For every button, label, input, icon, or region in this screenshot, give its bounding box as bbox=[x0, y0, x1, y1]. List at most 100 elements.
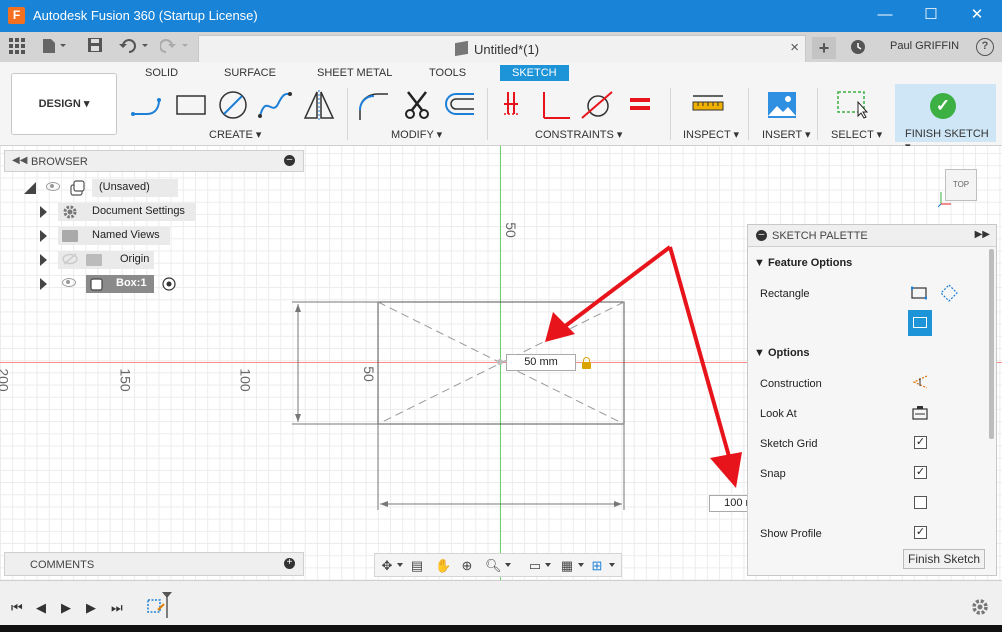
insert-group-menu[interactable]: INSERT ▾ bbox=[762, 128, 811, 141]
go-to-start-icon[interactable]: ⏮ bbox=[11, 600, 23, 616]
show-profile-checkbox[interactable]: ✓ bbox=[914, 526, 927, 539]
save-icon[interactable] bbox=[88, 38, 102, 56]
offset-tool-icon[interactable] bbox=[442, 90, 476, 120]
go-to-end-icon[interactable]: ⏭ bbox=[111, 600, 123, 616]
browser-header[interactable]: ◀◀ BROWSER – bbox=[4, 150, 304, 172]
document-tab[interactable]: Untitled*(1) × bbox=[198, 35, 806, 62]
close-window-button[interactable]: ✕ bbox=[954, 0, 1000, 32]
step-forward-icon[interactable]: ▶ bbox=[86, 600, 96, 616]
center-rectangle-icon[interactable] bbox=[908, 310, 932, 336]
zoom-dropdown-icon[interactable] bbox=[505, 563, 511, 567]
height-dimension-input[interactable]: 50 mm bbox=[506, 354, 576, 371]
construction-toggle-icon[interactable] bbox=[912, 375, 928, 389]
mirror-tool-icon[interactable] bbox=[302, 90, 336, 120]
file-menu-icon[interactable] bbox=[42, 38, 68, 56]
display-dropdown-icon[interactable] bbox=[545, 563, 551, 567]
sketch-palette-header[interactable]: – SKETCH PALETTE ▶▶ bbox=[748, 225, 996, 247]
trim-scissors-icon[interactable] bbox=[400, 90, 434, 120]
grid-dropdown-icon[interactable] bbox=[578, 563, 584, 567]
timeline-settings-gear-icon[interactable] bbox=[971, 598, 989, 616]
constraints-group-menu[interactable]: CONSTRAINTS ▾ bbox=[535, 128, 622, 141]
os-taskbar-strip bbox=[0, 625, 1002, 632]
orbit-dropdown-icon[interactable] bbox=[397, 563, 403, 567]
add-comment-icon[interactable]: + bbox=[284, 558, 295, 569]
grid-menu-icon[interactable] bbox=[9, 38, 25, 56]
expand-down-icon[interactable] bbox=[24, 182, 36, 194]
browser-minimize-icon[interactable]: – bbox=[284, 155, 295, 166]
tree-row-origin[interactable]: Origin bbox=[38, 250, 302, 270]
visibility-eye-icon[interactable] bbox=[62, 278, 76, 287]
select-group-menu[interactable]: SELECT ▾ bbox=[831, 128, 882, 141]
palette-expand-icon[interactable]: ▶▶ bbox=[975, 229, 990, 240]
coincident-constraint-icon[interactable] bbox=[500, 90, 534, 120]
redo-icon[interactable] bbox=[159, 38, 192, 56]
tangent-constraint-icon[interactable] bbox=[580, 90, 614, 120]
circle-tool-icon[interactable] bbox=[216, 90, 250, 120]
tab-tools[interactable]: TOOLS bbox=[429, 67, 466, 79]
select-window-icon[interactable] bbox=[836, 90, 870, 120]
options-section[interactable]: ▼ Options bbox=[754, 347, 810, 359]
fillet-tool-icon[interactable] bbox=[356, 90, 390, 120]
finish-sketch-button[interactable]: Finish Sketch bbox=[903, 549, 985, 569]
display-settings-icon[interactable]: ▭ bbox=[527, 558, 543, 574]
viewports-icon[interactable]: ⊞ bbox=[589, 558, 605, 574]
tab-sketch[interactable]: SKETCH bbox=[500, 65, 569, 81]
inspect-group-menu[interactable]: INSPECT ▾ bbox=[683, 128, 739, 141]
undo-icon[interactable] bbox=[119, 38, 151, 56]
insert-image-icon[interactable] bbox=[766, 90, 800, 120]
tree-row-document-settings[interactable]: Document Settings bbox=[38, 202, 302, 222]
step-back-icon[interactable]: ◀ bbox=[36, 600, 46, 616]
tree-row-root[interactable]: (Unsaved) bbox=[22, 178, 302, 198]
tab-surface[interactable]: SURFACE bbox=[224, 67, 276, 79]
help-icon[interactable]: ? bbox=[976, 38, 994, 56]
expand-right-icon[interactable] bbox=[40, 278, 47, 290]
palette-scrollbar[interactable] bbox=[989, 249, 994, 439]
collapse-panel-icon[interactable]: ◀◀ bbox=[12, 155, 27, 166]
activate-radio-icon[interactable] bbox=[162, 277, 176, 291]
user-name[interactable]: Paul GRIFFIN bbox=[890, 40, 959, 52]
expand-right-icon[interactable] bbox=[40, 206, 47, 218]
zoom-window-icon[interactable]: ⊕ bbox=[459, 558, 475, 574]
expand-right-icon[interactable] bbox=[40, 254, 47, 266]
look-at-icon[interactable] bbox=[912, 406, 928, 420]
palette-minimize-icon[interactable]: – bbox=[756, 230, 767, 241]
lock-icon[interactable] bbox=[582, 357, 591, 369]
timeline-sketch-feature-icon[interactable] bbox=[146, 592, 172, 618]
visibility-eye-icon[interactable] bbox=[46, 182, 60, 191]
expand-right-icon[interactable] bbox=[40, 230, 47, 242]
tab-solid[interactable]: SOLID bbox=[145, 67, 178, 79]
snap-checkbox[interactable]: ✓ bbox=[914, 466, 927, 479]
equal-constraint-icon[interactable] bbox=[626, 90, 660, 120]
maximize-button[interactable]: ☐ bbox=[908, 0, 954, 32]
tree-row-box[interactable]: Box:1 bbox=[38, 274, 302, 294]
job-status-clock-icon[interactable] bbox=[850, 39, 866, 58]
fit-zoom-icon[interactable]: 🔍︎ bbox=[485, 558, 502, 574]
create-group-menu[interactable]: CREATE ▾ bbox=[209, 128, 261, 141]
tree-row-named-views[interactable]: Named Views bbox=[38, 226, 302, 246]
two-point-rectangle-icon[interactable] bbox=[911, 286, 927, 300]
look-at-nav-icon[interactable]: ▤ bbox=[409, 558, 425, 574]
grid-settings-icon[interactable]: ▦ bbox=[559, 558, 575, 574]
viewports-dropdown-icon[interactable] bbox=[609, 563, 615, 567]
new-tab-button[interactable]: + bbox=[812, 37, 836, 59]
sketch-grid-checkbox[interactable]: ✓ bbox=[914, 436, 927, 449]
measure-ruler-icon[interactable] bbox=[692, 90, 726, 120]
orbit-icon[interactable]: ✥ bbox=[379, 558, 395, 574]
modify-group-menu[interactable]: MODIFY ▾ bbox=[391, 128, 442, 141]
three-point-rectangle-icon[interactable] bbox=[940, 284, 958, 302]
comments-panel[interactable]: COMMENTS + bbox=[4, 552, 304, 576]
spline-tool-icon[interactable] bbox=[258, 90, 292, 120]
play-icon[interactable]: ▶ bbox=[61, 600, 71, 616]
line-tool-icon[interactable] bbox=[130, 90, 164, 120]
hidden-eye-icon[interactable] bbox=[62, 253, 78, 265]
tab-sheet-metal[interactable]: SHEET METAL bbox=[317, 67, 392, 79]
unlabeled-option-checkbox[interactable] bbox=[914, 496, 927, 509]
feature-options-section[interactable]: ▼ Feature Options bbox=[754, 257, 852, 269]
perpendicular-constraint-icon[interactable] bbox=[540, 90, 574, 120]
finish-sketch-group[interactable]: ✓ FINISH SKETCH ▾ bbox=[895, 84, 996, 153]
rectangle-tool-icon[interactable] bbox=[174, 90, 208, 120]
pan-hand-icon[interactable]: ✋ bbox=[435, 558, 451, 574]
close-tab-icon[interactable]: × bbox=[790, 39, 799, 56]
workspace-switcher-button[interactable]: DESIGN ▾ bbox=[11, 73, 117, 135]
minimize-button[interactable]: — bbox=[862, 0, 908, 32]
